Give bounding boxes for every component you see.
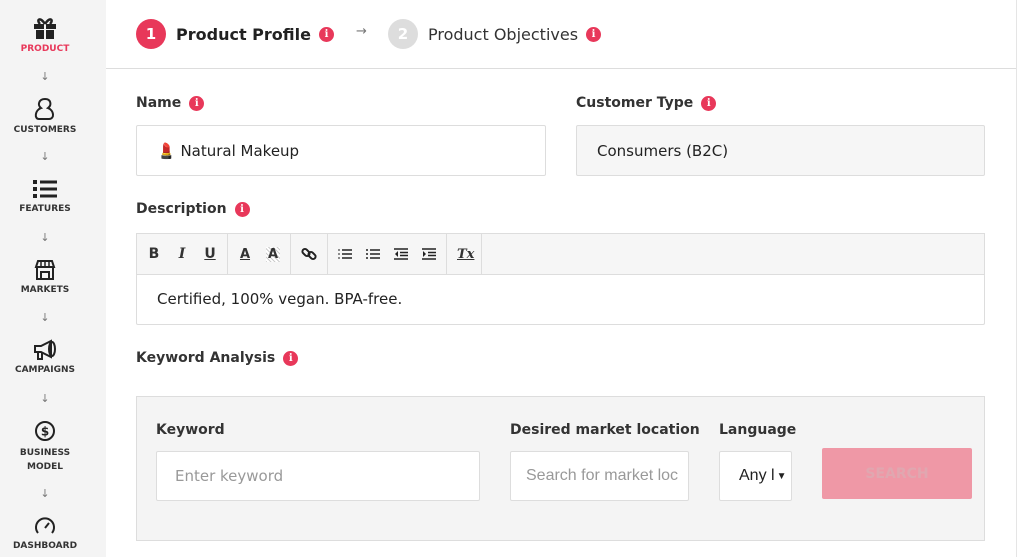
info-icon[interactable]: i <box>586 26 602 42</box>
indent-icon[interactable] <box>422 248 436 260</box>
customer-type-label: Customer Type i <box>576 95 717 111</box>
sidebar-item-features[interactable]: FEATURES <box>0 178 90 214</box>
arrow-down-icon: ↓ <box>40 231 50 244</box>
location-label: Desired market location <box>510 422 700 438</box>
chevron-down-icon: ▼ <box>776 470 787 482</box>
location-placeholder: Search for market loc <box>526 467 679 484</box>
outdent-icon[interactable] <box>394 248 408 260</box>
customer-type-value: Consumers (B2C) <box>597 141 729 160</box>
sidebar-item-campaigns[interactable]: CAMPAIGNS <box>0 339 90 375</box>
scrollbar[interactable] <box>1016 0 1024 557</box>
dollar-icon: $ <box>35 421 55 441</box>
text-color-button[interactable]: A <box>238 247 252 262</box>
highlight-color-button[interactable]: A <box>266 246 280 262</box>
name-input[interactable]: 💄 Natural Makeup <box>136 125 546 176</box>
arrow-down-icon: ↓ <box>40 311 50 324</box>
search-button[interactable]: SEARCH <box>822 448 972 499</box>
sidebar-item-label: CAMPAIGNS <box>14 365 75 375</box>
language-label: Language <box>719 422 797 438</box>
bold-button[interactable]: B <box>147 246 161 262</box>
step-label: Product Profile <box>176 24 311 44</box>
step-label: Product Objectives <box>428 24 579 44</box>
user-icon <box>34 97 54 120</box>
name-label: Name i <box>136 95 205 111</box>
info-icon[interactable]: i <box>234 201 250 217</box>
language-select[interactable]: Any l ▼ <box>719 451 792 501</box>
list-icon <box>33 180 57 198</box>
keyword-input[interactable]: Enter keyword <box>156 451 480 501</box>
svg-text:$: $ <box>41 425 49 439</box>
sidebar-item-label: MARKETS <box>20 285 70 295</box>
sidebar: PRODUCT ↓ CUSTOMERS ↓ FEATURES ↓ MARKETS… <box>0 0 106 557</box>
sidebar-item-label: FEATURES <box>19 204 71 214</box>
sidebar-item-product[interactable]: PRODUCT <box>0 16 90 54</box>
sidebar-item-label: BUSINESS MODEL <box>19 448 71 472</box>
stepper-header: 1 Product Profile i → 2 Product Objectiv… <box>106 0 1016 69</box>
step-product-objectives[interactable]: 2 Product Objectives i <box>388 19 602 49</box>
keyword-analysis-label: Keyword Analysis i <box>136 350 299 366</box>
clear-format-button[interactable]: Tx <box>457 247 474 262</box>
arrow-right-icon: → <box>356 24 367 39</box>
name-value: 💄 Natural Makeup <box>157 141 300 160</box>
link-icon[interactable] <box>301 246 317 262</box>
keyword-label: Keyword <box>156 422 225 438</box>
step-number: 2 <box>388 19 418 49</box>
bullet-list-icon[interactable] <box>366 248 380 260</box>
megaphone-icon <box>34 339 56 360</box>
arrow-down-icon: ↓ <box>40 70 50 83</box>
step-number: 1 <box>136 19 166 49</box>
description-text: Certified, 100% vegan. BPA-free. <box>157 290 403 308</box>
sidebar-item-markets[interactable]: MARKETS <box>0 259 90 295</box>
keyword-placeholder: Enter keyword <box>175 467 284 485</box>
store-icon <box>34 260 56 280</box>
sidebar-item-label: CUSTOMERS <box>13 125 77 135</box>
gauge-icon <box>35 517 55 534</box>
description-editor[interactable]: Certified, 100% vegan. BPA-free. <box>136 274 985 325</box>
ordered-list-icon[interactable] <box>338 248 352 260</box>
underline-button[interactable]: U <box>203 246 217 262</box>
info-icon[interactable]: i <box>189 95 205 111</box>
sidebar-item-label: DASHBOARD <box>12 541 78 551</box>
sidebar-item-business-model[interactable]: $ BUSINESS MODEL <box>0 420 90 474</box>
info-icon[interactable]: i <box>701 95 717 111</box>
description-label: Description i <box>136 201 250 217</box>
location-input[interactable]: Search for market loc <box>510 451 689 501</box>
search-button-label: SEARCH <box>865 465 929 482</box>
gift-icon <box>34 18 56 39</box>
step-product-profile[interactable]: 1 Product Profile i <box>136 19 334 49</box>
arrow-down-icon: ↓ <box>40 150 50 163</box>
sidebar-item-customers[interactable]: CUSTOMERS <box>0 97 90 135</box>
arrow-down-icon: ↓ <box>40 392 50 405</box>
info-icon[interactable]: i <box>318 26 334 42</box>
keyword-analysis-panel: Keyword Enter keyword Desired market loc… <box>136 396 985 541</box>
italic-button[interactable]: I <box>175 246 189 262</box>
info-icon[interactable]: i <box>283 350 299 366</box>
sidebar-item-label: PRODUCT <box>20 44 70 54</box>
sidebar-item-dashboard[interactable]: DASHBOARD <box>0 515 90 551</box>
editor-toolbar: BIU AA Tx <box>136 233 985 275</box>
language-value: Any l <box>739 467 775 484</box>
customer-type-select[interactable]: Consumers (B2C) <box>576 125 985 176</box>
arrow-down-icon: ↓ <box>40 487 50 500</box>
